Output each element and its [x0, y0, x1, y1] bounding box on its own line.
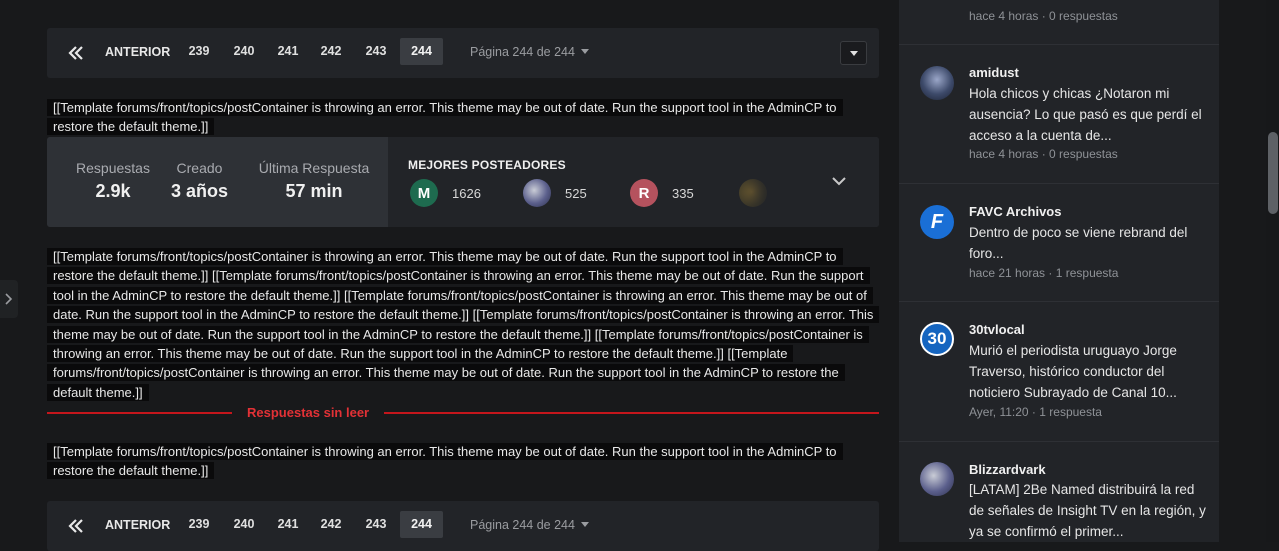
post-error-messages-group: [[Template forums/front/topics/postConta… — [47, 247, 880, 402]
activity-meta: hace 4 horas · 0 respuestas — [969, 147, 1118, 161]
previous-page-link[interactable]: ANTERIOR — [105, 518, 170, 532]
page-info-label: Página 244 de 244 — [470, 45, 575, 59]
caret-down-icon — [850, 51, 858, 56]
top-poster[interactable]: M 1626 — [410, 178, 481, 208]
topic-stats-summary: Respuestas 2.9k Creado 3 años Última Res… — [47, 137, 388, 227]
stat-last-reply: Última Respuesta 57 min — [257, 160, 371, 202]
error-text: [[Template forums/front/topics/postConta… — [47, 248, 880, 401]
caret-down-icon — [580, 522, 589, 527]
recent-activity-sidebar: hace 4 horas · 0 respuestas amidust Hola… — [899, 0, 1219, 542]
first-page-icon[interactable] — [67, 517, 85, 535]
activity-text[interactable]: Dentro de poco se viene rebrand del foro… — [969, 222, 1209, 264]
page-link-241[interactable]: 241 — [268, 511, 308, 538]
avatar[interactable]: R — [630, 179, 658, 207]
page-link-242[interactable]: 242 — [311, 511, 351, 538]
activity-item[interactable]: 30 30tvlocal Murió el periodista uruguay… — [899, 301, 1219, 442]
divider-line — [384, 412, 879, 414]
activity-text[interactable]: Hola chicos y chicas ¿Notaron mi ausenci… — [969, 83, 1209, 146]
page-link-239[interactable]: 239 — [179, 38, 219, 65]
page-link-241[interactable]: 241 — [268, 38, 308, 65]
sidebar-toggle-tab[interactable] — [0, 280, 18, 318]
poster-count: 525 — [565, 185, 587, 201]
stat-replies-label: Respuestas — [76, 160, 150, 176]
activity-meta: hace 21 horas · 1 respuesta — [969, 266, 1119, 280]
activity-author[interactable]: FAVC Archivos — [969, 204, 1061, 219]
unread-replies-label: Respuestas sin leer — [247, 405, 370, 420]
pagination-bottom: ANTERIOR 239 240 241 242 243 244 Página … — [47, 501, 879, 551]
stat-last-reply-label: Última Respuesta — [258, 160, 370, 176]
unread-replies-divider: Respuestas sin leer — [47, 405, 879, 420]
previous-page-link[interactable]: ANTERIOR — [105, 45, 170, 59]
top-poster[interactable]: 525 — [523, 178, 587, 208]
page-link-240[interactable]: 240 — [224, 38, 264, 65]
activity-meta: Ayer, 11:20 · 1 respuesta — [969, 405, 1102, 419]
poster-count: 1626 — [452, 185, 481, 201]
activity-author[interactable]: 30tvlocal — [969, 322, 1025, 337]
post-error-message: [[Template forums/front/topics/postConta… — [47, 442, 879, 481]
page-link-243[interactable]: 243 — [356, 38, 396, 65]
avatar[interactable]: F — [920, 205, 954, 239]
stat-created-label: Creado — [176, 160, 223, 176]
error-text: [[Template forums/front/topics/postConta… — [47, 99, 843, 136]
divider-line — [47, 412, 232, 414]
page-jump-dropdown[interactable]: Página 244 de 244 — [470, 518, 589, 532]
page-link-current[interactable]: 244 — [400, 511, 443, 538]
first-page-icon[interactable] — [67, 44, 85, 62]
stat-replies: Respuestas 2.9k — [67, 160, 159, 202]
activity-text[interactable]: [LATAM] 2Be Named distribuirá la red de … — [969, 479, 1209, 542]
stat-last-reply-value: 57 min — [285, 181, 343, 201]
chevron-right-icon — [5, 293, 13, 305]
activity-text[interactable]: Murió el periodista uruguayo Jorge Trave… — [969, 340, 1209, 403]
top-posters-title: MEJORES POSTEADORES — [408, 158, 566, 172]
stat-replies-value: 2.9k — [95, 181, 131, 201]
activity-item[interactable]: F FAVC Archivos Dentro de poco se viene … — [899, 183, 1219, 302]
avatar[interactable] — [523, 179, 551, 207]
page-scrollbar[interactable] — [1266, 0, 1279, 542]
pagination-top: ANTERIOR 239 240 241 242 243 244 Página … — [47, 28, 879, 78]
stat-created: Creado 3 años — [166, 160, 233, 202]
avatar[interactable]: 30 — [920, 322, 954, 356]
page-jump-dropdown[interactable]: Página 244 de 244 — [470, 45, 589, 59]
scrollbar-thumb[interactable] — [1268, 132, 1278, 214]
activity-item[interactable]: amidust Hola chicos y chicas ¿Notaron mi… — [899, 44, 1219, 184]
top-poster[interactable]: R 335 — [630, 178, 694, 208]
topic-stats-bar: Respuestas 2.9k Creado 3 años Última Res… — [47, 137, 879, 227]
poster-count: 335 — [672, 185, 694, 201]
page-link-242[interactable]: 242 — [311, 38, 351, 65]
activity-meta: hace 4 horas · 0 respuestas — [969, 9, 1118, 23]
caret-down-icon — [580, 49, 589, 54]
topic-options-button[interactable] — [840, 41, 867, 65]
post-error-message: [[Template forums/front/topics/postConta… — [47, 98, 879, 137]
activity-item[interactable]: Blizzardvark [LATAM] 2Be Named distribui… — [899, 441, 1219, 542]
stat-created-value: 3 años — [170, 181, 229, 201]
page-link-240[interactable]: 240 — [224, 511, 264, 538]
error-text: [[Template forums/front/topics/postConta… — [47, 443, 843, 480]
page-info-label: Página 244 de 244 — [470, 518, 575, 532]
page-link-current[interactable]: 244 — [400, 38, 443, 65]
page-link-243[interactable]: 243 — [356, 511, 396, 538]
activity-author[interactable]: amidust — [969, 65, 1019, 80]
page-link-239[interactable]: 239 — [179, 511, 219, 538]
activity-author[interactable]: Blizzardvark — [969, 462, 1046, 477]
avatar[interactable] — [920, 462, 954, 496]
avatar[interactable]: M — [410, 179, 438, 207]
posters-fade-overlay — [712, 137, 879, 227]
avatar[interactable] — [920, 66, 954, 100]
chevron-down-icon[interactable] — [831, 175, 847, 187]
activity-item[interactable]: hace 4 horas · 0 respuestas — [899, 0, 1219, 45]
